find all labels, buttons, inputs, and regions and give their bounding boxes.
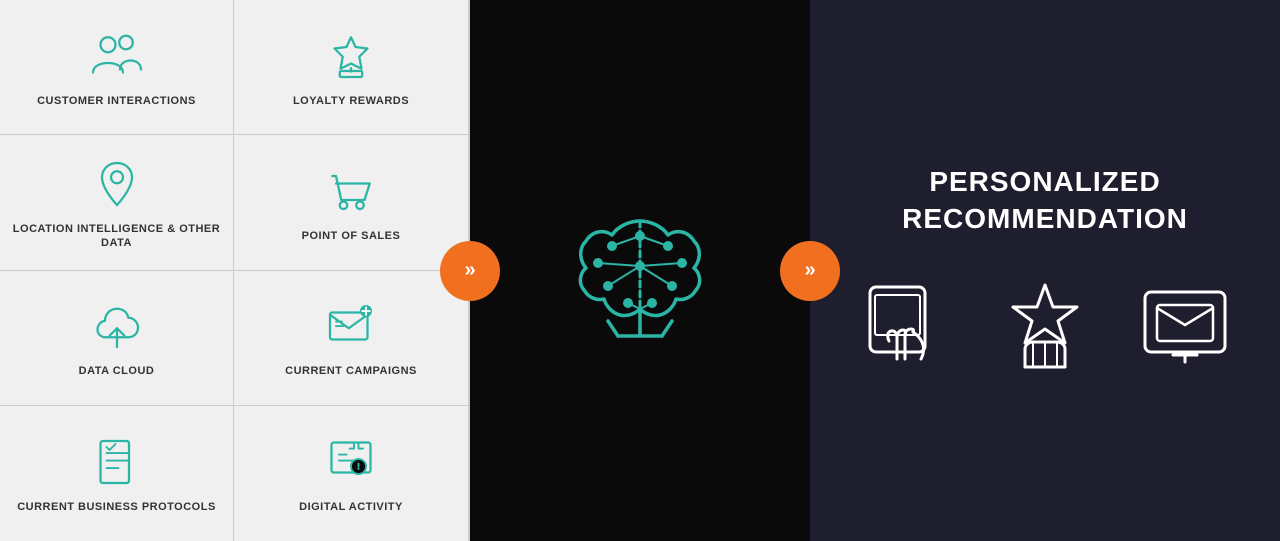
right-arrow: » (780, 241, 840, 301)
digital-activity-label: DIGITAL ACTIVITY (299, 500, 403, 514)
cell-loyalty-rewards: LOYALTY REWARDS (234, 0, 468, 135)
middle-panel: » (470, 0, 810, 541)
cell-current-business-protocols: CURRENT BUSINESS PROTOCOLS (0, 406, 234, 541)
point-of-sales-icon (321, 161, 381, 221)
left-arrow: » (440, 241, 500, 301)
cell-data-cloud: DATA CLOUD (0, 271, 234, 406)
recommendation-icons (855, 277, 1235, 377)
cell-digital-activity: DIGITAL ACTIVITY (234, 406, 468, 541)
cell-location-intelligence: LOCATION INTELLIGENCE & OTHER DATA (0, 135, 234, 270)
recommendation-title: PERSONALIZED RECOMMENDATION (840, 164, 1250, 237)
touch-screen-icon (855, 277, 955, 377)
data-cloud-icon (87, 296, 147, 356)
location-label: LOCATION INTELLIGENCE & OTHER DATA (10, 222, 223, 251)
cell-current-campaigns: CURRENT CAMPAIGNS (234, 271, 468, 406)
loyalty-rewards-label: LOYALTY REWARDS (293, 94, 409, 108)
left-arrow-icon: » (464, 259, 475, 282)
brain-icon (560, 191, 720, 351)
star-hand-icon (995, 277, 1095, 377)
loyalty-rewards-icon (321, 26, 381, 86)
current-business-protocols-icon (87, 432, 147, 492)
digital-activity-icon (321, 432, 381, 492)
current-campaigns-label: CURRENT CAMPAIGNS (285, 364, 417, 378)
location-icon (87, 154, 147, 214)
current-business-protocols-label: CURRENT BUSINESS PROTOCOLS (17, 500, 216, 514)
left-panel: CUSTOMER INTERACTIONS LOYALTY REWARDS LO… (0, 0, 470, 541)
current-campaigns-icon (321, 296, 381, 356)
right-panel: PERSONALIZED RECOMMENDATION (810, 0, 1280, 541)
point-of-sales-label: POINT OF SALES (302, 229, 401, 243)
email-monitor-icon (1135, 277, 1235, 377)
customer-interactions-label: CUSTOMER INTERACTIONS (37, 94, 196, 108)
customer-interactions-icon (87, 26, 147, 86)
cell-point-of-sales: POINT OF SALES (234, 135, 468, 270)
right-arrow-icon: » (804, 259, 815, 282)
cell-customer-interactions: CUSTOMER INTERACTIONS (0, 0, 234, 135)
data-cloud-label: DATA CLOUD (79, 364, 155, 378)
